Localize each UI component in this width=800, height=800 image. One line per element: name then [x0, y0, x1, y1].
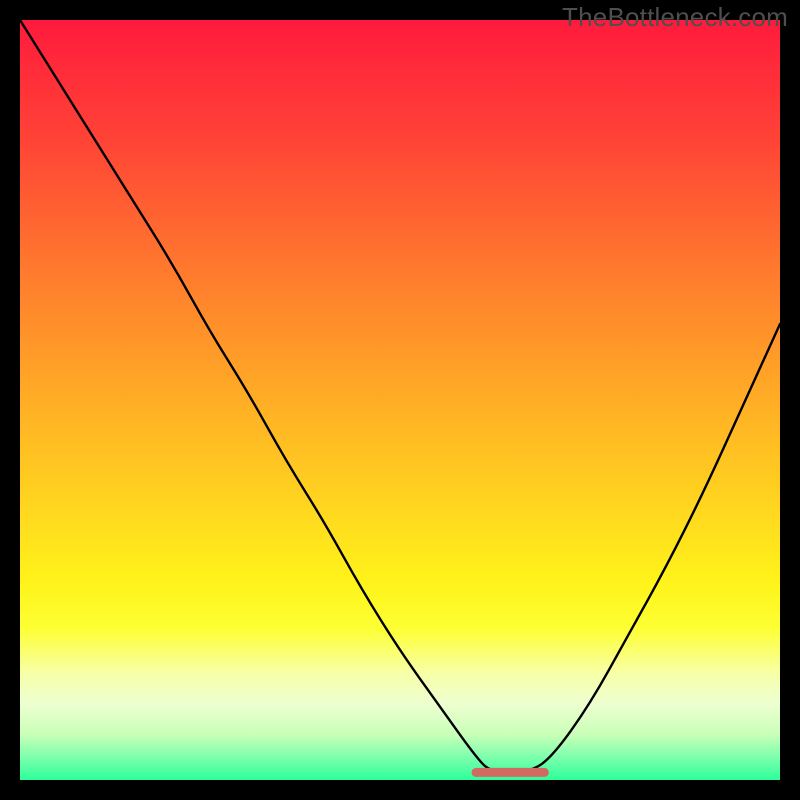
bottleneck-curve	[20, 20, 780, 772]
chart-frame: TheBottleneck.com	[0, 0, 800, 800]
curve-layer	[20, 20, 780, 780]
watermark-text: TheBottleneck.com	[562, 2, 788, 33]
plot-area	[20, 20, 780, 780]
